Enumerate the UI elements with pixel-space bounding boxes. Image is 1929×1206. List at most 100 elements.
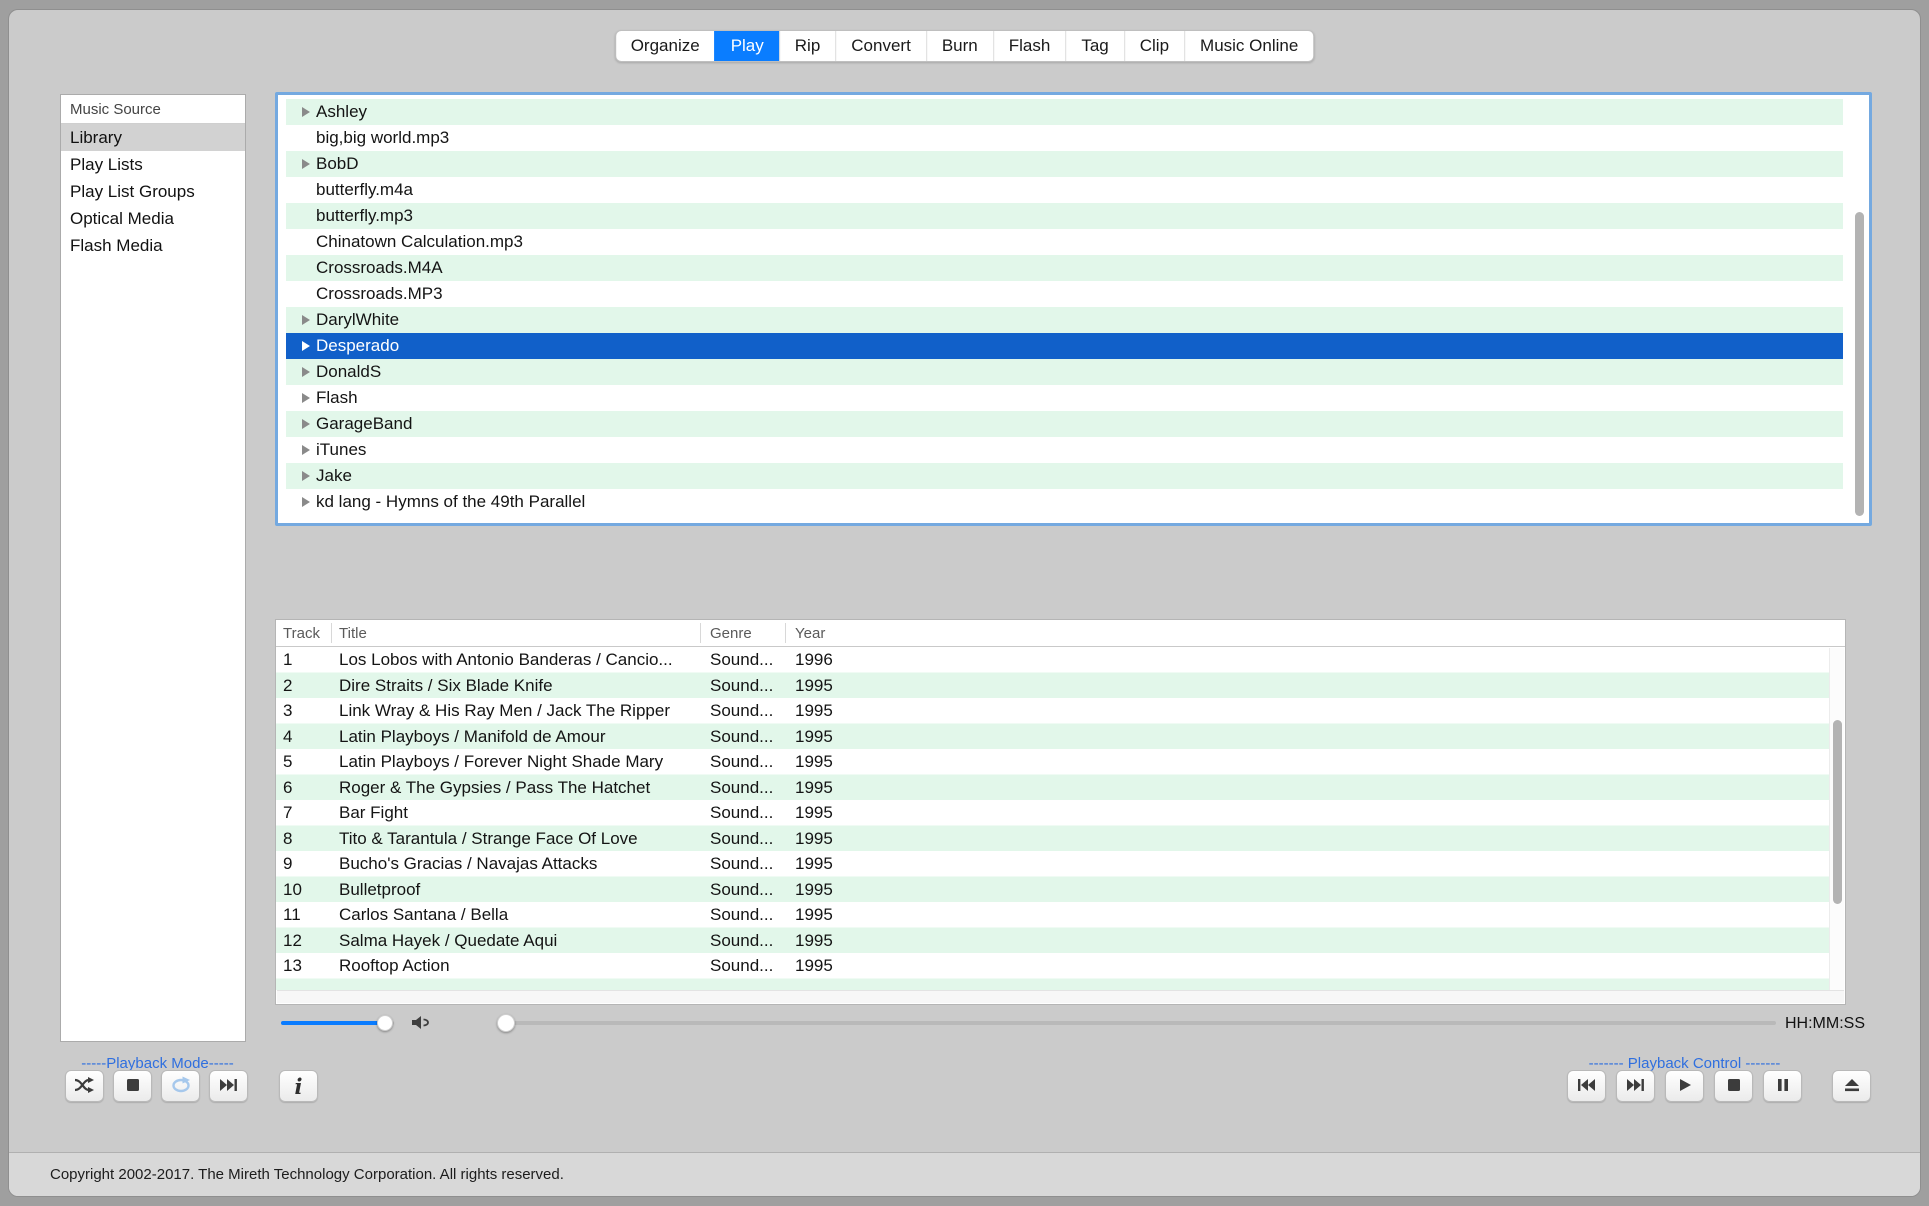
volume-thumb[interactable] — [377, 1015, 393, 1031]
tab-convert[interactable]: Convert — [835, 31, 926, 61]
disclosure-triangle-icon[interactable] — [302, 497, 310, 507]
tree-row[interactable]: big,big world.mp3 — [286, 125, 1843, 151]
skip-next-mode-button[interactable] — [209, 1070, 248, 1102]
tab-play[interactable]: Play — [715, 31, 779, 61]
cell-genre: Sound... — [710, 673, 773, 699]
tree-scrollbar-thumb[interactable] — [1855, 212, 1864, 516]
cell-track: 11 — [283, 902, 301, 928]
info-button[interactable]: i — [279, 1070, 318, 1102]
tree-row[interactable]: BobD — [286, 151, 1843, 177]
play-button[interactable] — [1665, 1070, 1704, 1102]
column-header-year[interactable]: Year — [795, 620, 825, 647]
column-divider — [700, 623, 701, 643]
column-header-title[interactable]: Title — [339, 620, 367, 647]
sidebar-item-optical-media[interactable]: Optical Media — [61, 205, 245, 232]
tree-row[interactable]: butterfly.mp3 — [286, 203, 1843, 229]
tree-row[interactable]: Jake — [286, 463, 1843, 489]
cell-title: Dire Straits / Six Blade Knife — [339, 673, 553, 699]
cell-year: 1995 — [795, 724, 833, 750]
tree-row[interactable]: GarageBand — [286, 411, 1843, 437]
tree-row[interactable]: Crossroads.M4A — [286, 255, 1843, 281]
tree-row[interactable]: butterfly.m4a — [286, 177, 1843, 203]
table-row[interactable]: 8Tito & Tarantula / Strange Face Of Love… — [276, 826, 1830, 852]
repeat-button[interactable] — [161, 1070, 200, 1102]
tree-row[interactable]: DonaldS — [286, 359, 1843, 385]
tab-clip[interactable]: Clip — [1124, 31, 1184, 61]
sidebar-item-flash-media[interactable]: Flash Media — [61, 232, 245, 259]
table-row[interactable]: 12Salma Hayek / Quedate AquiSound...1995 — [276, 928, 1830, 954]
disclosure-triangle-icon[interactable] — [302, 315, 310, 325]
disclosure-triangle-icon[interactable] — [302, 367, 310, 377]
disclosure-triangle-icon[interactable] — [302, 393, 310, 403]
cell-genre: Sound... — [710, 851, 773, 877]
tree-row-label: big,big world.mp3 — [316, 128, 449, 148]
table-scrollbar-thumb[interactable] — [1833, 720, 1842, 905]
tab-music-online[interactable]: Music Online — [1184, 31, 1313, 61]
eject-button[interactable] — [1832, 1070, 1871, 1102]
next-button[interactable] — [1616, 1070, 1655, 1102]
table-horizontal-scrollbar[interactable] — [277, 990, 1844, 1003]
tree-row[interactable]: Ashley — [286, 99, 1843, 125]
sidebar-item-library[interactable]: Library — [61, 124, 245, 151]
tree-row-label: Flash — [316, 388, 358, 408]
cell-track: 7 — [283, 800, 292, 826]
tree-row[interactable]: Chinatown Calculation.mp3 — [286, 229, 1843, 255]
cell-year: 1995 — [795, 928, 833, 954]
position-track[interactable] — [497, 1021, 1776, 1025]
tree-row[interactable]: Desperado — [286, 333, 1843, 359]
tree-row[interactable]: Crossroads.MP3 — [286, 281, 1843, 307]
table-row[interactable]: 2Dire Straits / Six Blade KnifeSound...1… — [276, 673, 1830, 699]
tree-row-label: Jake — [316, 466, 352, 486]
stop-button[interactable] — [1714, 1070, 1753, 1102]
tab-organize[interactable]: Organize — [616, 31, 715, 61]
table-row[interactable]: 1Los Lobos with Antonio Banderas / Canci… — [276, 647, 1830, 673]
volume-slider[interactable] — [281, 1015, 394, 1031]
table-row[interactable]: 6Roger & The Gypsies / Pass The HatchetS… — [276, 775, 1830, 801]
pause-button[interactable] — [1763, 1070, 1802, 1102]
position-slider[interactable] — [497, 1014, 1776, 1032]
cell-title: Tito & Tarantula / Strange Face Of Love — [339, 826, 638, 852]
tree-scrollbar[interactable] — [1852, 98, 1867, 520]
cell-genre: Sound... — [710, 953, 773, 979]
repeat-icon — [171, 1076, 191, 1096]
tree-row[interactable]: Flash — [286, 385, 1843, 411]
disclosure-triangle-icon[interactable] — [302, 445, 310, 455]
previous-button[interactable] — [1567, 1070, 1606, 1102]
sidebar-item-play-list-groups[interactable]: Play List Groups — [61, 178, 245, 205]
column-header-track[interactable]: Track — [283, 620, 320, 647]
tab-rip[interactable]: Rip — [779, 31, 836, 61]
table-row[interactable]: 7Bar FightSound...1995 — [276, 800, 1830, 826]
table-row[interactable]: 10BulletproofSound...1995 — [276, 877, 1830, 903]
tab-tag[interactable]: Tag — [1065, 31, 1123, 61]
tab-flash[interactable]: Flash — [993, 31, 1066, 61]
tree-row-label: GarageBand — [316, 414, 412, 434]
disclosure-triangle-icon[interactable] — [302, 341, 310, 351]
cell-title: Salma Hayek / Quedate Aqui — [339, 928, 557, 954]
cell-track: 10 — [283, 877, 302, 903]
playback-control-buttons — [1567, 1070, 1871, 1102]
table-row[interactable]: 13Rooftop ActionSound...1995 — [276, 953, 1830, 979]
table-row[interactable]: 11Carlos Santana / BellaSound...1995 — [276, 902, 1830, 928]
tree-row[interactable]: DarylWhite — [286, 307, 1843, 333]
tree-row[interactable]: kd lang - Hymns of the 49th Parallel — [286, 489, 1843, 515]
table-row[interactable]: 4Latin Playboys / Manifold de AmourSound… — [276, 724, 1830, 750]
cell-year: 1995 — [795, 775, 833, 801]
shuffle-button[interactable] — [65, 1070, 104, 1102]
tree-row[interactable]: iTunes — [286, 437, 1843, 463]
tree-row-label: BobD — [316, 154, 359, 174]
table-row[interactable]: 5Latin Playboys / Forever Night Shade Ma… — [276, 749, 1830, 775]
tree-row-label: butterfly.mp3 — [316, 206, 413, 226]
table-scrollbar[interactable] — [1829, 648, 1844, 990]
table-row[interactable]: 3Link Wray & His Ray Men / Jack The Ripp… — [276, 698, 1830, 724]
disclosure-triangle-icon[interactable] — [302, 107, 310, 117]
column-header-genre[interactable]: Genre — [710, 620, 752, 647]
disclosure-triangle-icon[interactable] — [302, 471, 310, 481]
stop-mode-button[interactable] — [113, 1070, 152, 1102]
tab-burn[interactable]: Burn — [926, 31, 993, 61]
disclosure-triangle-icon[interactable] — [302, 419, 310, 429]
table-row[interactable]: 9Bucho's Gracias / Navajas AttacksSound.… — [276, 851, 1830, 877]
disclosure-triangle-icon[interactable] — [302, 159, 310, 169]
sidebar-item-play-lists[interactable]: Play Lists — [61, 151, 245, 178]
position-thumb[interactable] — [497, 1014, 515, 1032]
speaker-icon — [411, 1014, 433, 1032]
